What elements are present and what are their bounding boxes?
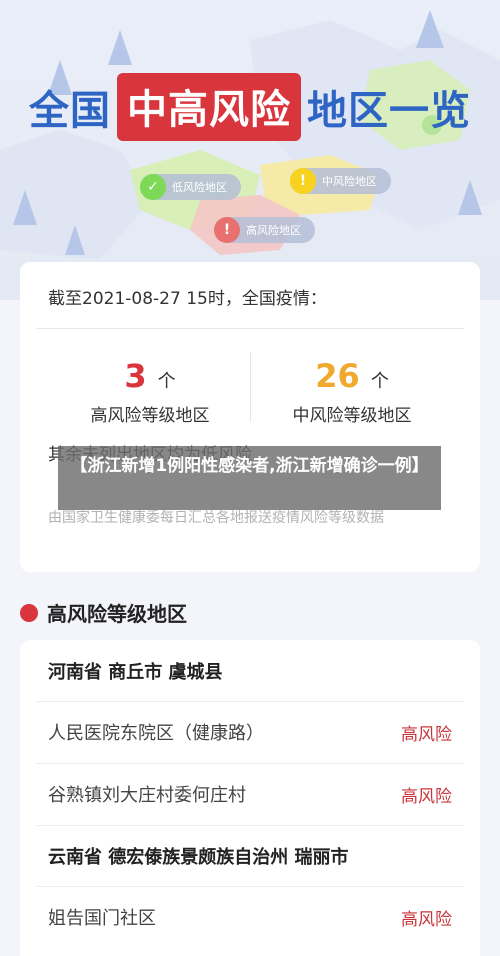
title-right: 地区一览 xyxy=(307,88,471,134)
risk-level: 高风险 xyxy=(401,724,452,745)
legend-medium-label: 中风险地区 xyxy=(322,175,377,188)
risk-level: 高风险 xyxy=(401,909,452,930)
vertical-divider xyxy=(250,352,251,422)
summary-card: 截至2021-08-27 15时，全国疫情： 3 个 高风险等级地区 26 个 … xyxy=(20,262,480,572)
high-risk-stat[interactable]: 3 个 高风险等级地区 xyxy=(50,357,250,426)
list-item[interactable]: 谷熟镇刘大庄村委何庄村 高风险 xyxy=(20,764,480,824)
region-name: 河南省 商丘市 虞城县 xyxy=(48,662,223,683)
list-item[interactable]: 姐告国门社区 高风险 xyxy=(20,887,480,947)
list-region-row: 河南省 商丘市 虞城县 xyxy=(20,641,480,701)
headline-caption: 【浙江新增1例阳性感染者,浙江新增确诊一例】 xyxy=(58,446,441,510)
title-highlight: 中高风险 xyxy=(117,73,301,141)
legend-low-label: 低风险地区 xyxy=(172,181,227,194)
area-name: 谷熟镇刘大庄村委何庄村 xyxy=(48,785,246,806)
medium-risk-stat[interactable]: 26 个 中风险等级地区 xyxy=(252,357,452,426)
medium-risk-label: 中风险等级地区 xyxy=(292,406,412,426)
high-risk-list: 河南省 商丘市 虞城县 人民医院东院区（健康路） 高风险 谷熟镇刘大庄村委何庄村… xyxy=(20,640,480,956)
list-region-row: 云南省 德宏傣族景颇族自治州 瑞丽市 xyxy=(20,826,480,886)
medium-risk-unit: 个 xyxy=(370,371,389,392)
medium-risk-count: 26 xyxy=(315,357,360,395)
summary-heading: 截至2021-08-27 15时，全国疫情： xyxy=(48,289,327,309)
warning-icon: ! xyxy=(290,168,316,194)
section-title-label: 高风险等级地区 xyxy=(47,602,187,626)
region-name: 云南省 德宏傣族景颇族自治州 瑞丽市 xyxy=(48,847,349,868)
list-item[interactable]: 人民医院东院区（健康路） 高风险 xyxy=(20,702,480,762)
alert-icon: ! xyxy=(214,217,240,243)
high-risk-unit: 个 xyxy=(157,371,176,392)
legend-low: ✓ 低风险地区 xyxy=(140,174,241,200)
divider xyxy=(36,328,464,329)
title-left: 全国 xyxy=(29,88,111,134)
legend-high-label: 高风险地区 xyxy=(246,224,301,237)
high-risk-count: 3 xyxy=(124,357,147,395)
high-risk-label: 高风险等级地区 xyxy=(90,406,210,426)
map-banner: 全国 中高风险 地区一览 ✓ 低风险地区 ! 中风险地区 ! 高风险地区 xyxy=(0,0,500,300)
check-icon: ✓ xyxy=(140,174,166,200)
page: 全国 中高风险 地区一览 ✓ 低风险地区 ! 中风险地区 ! 高风险地区 截至2… xyxy=(0,0,500,956)
high-risk-section-title: 高风险等级地区 xyxy=(20,598,187,627)
area-name: 姐告国门社区 xyxy=(48,908,156,929)
legend-medium: ! 中风险地区 xyxy=(290,168,391,194)
legend-high: ! 高风险地区 xyxy=(214,217,315,243)
map-illustration xyxy=(0,10,500,260)
red-dot-icon xyxy=(20,603,38,622)
risk-level: 高风险 xyxy=(401,786,452,807)
page-title: 全国 中高风险 地区一览 xyxy=(0,72,500,142)
area-name: 人民医院东院区（健康路） xyxy=(48,723,264,744)
